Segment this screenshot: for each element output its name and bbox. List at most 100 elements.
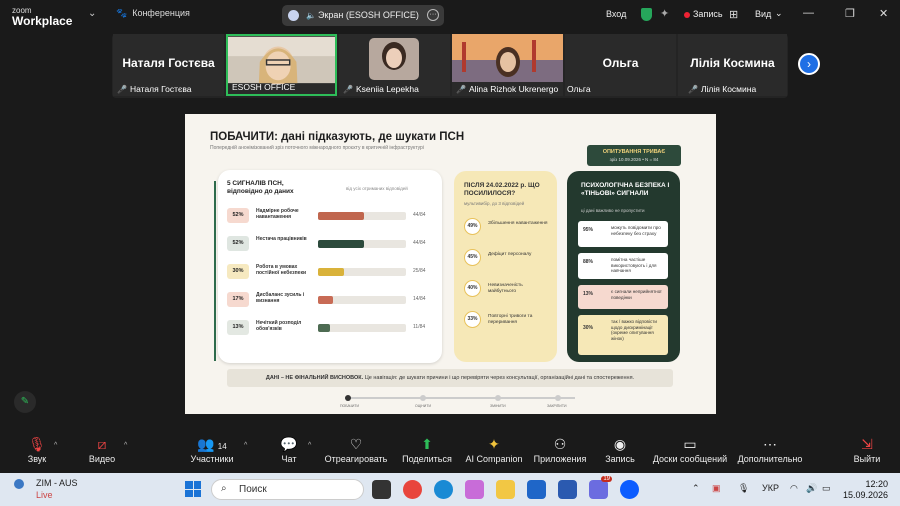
after-war-label: Збільшення навантаження (488, 221, 548, 226)
whiteboards-button[interactable]: ▭ Доски сообщений (650, 434, 730, 464)
chat-button[interactable]: 💬 Чат (278, 434, 300, 464)
after-war-card: ПІСЛЯ 24.02.2022 р. ЩО ПОСИЛИЛОСЯ? мульт… (454, 171, 557, 362)
file-explorer-icon[interactable] (496, 480, 515, 499)
record-button[interactable]: Запись (693, 9, 723, 19)
signal-bar (318, 268, 345, 276)
signal-pct: 52% (227, 236, 249, 251)
more-icon[interactable]: ··· (427, 9, 439, 21)
view-button[interactable]: Вид (755, 9, 771, 19)
brand-line2: Workplace (12, 14, 73, 28)
word-icon[interactable] (558, 480, 577, 499)
caret-up-icon: ^ (308, 442, 312, 449)
ai-companion-button[interactable]: ✦ AI Companion (464, 434, 524, 464)
participant-tile-active[interactable]: ESOSH OFFICE (226, 34, 337, 96)
participant-tile[interactable]: 🎤 Alina Rizhok Ukrenergo (452, 34, 563, 96)
participant-name: Лілія Космина (690, 56, 775, 70)
teams-icon[interactable]: 19 (589, 476, 612, 499)
weather-title[interactable]: ZIM - AUS (36, 478, 78, 488)
timeline-line (345, 397, 575, 399)
signin-button[interactable]: Вход (606, 9, 626, 19)
grid-icon[interactable]: ⊞ (729, 8, 738, 21)
mute-button[interactable]: 🎙 Звук (22, 434, 52, 464)
view-chevron-icon[interactable]: ⌄ (775, 8, 783, 19)
volume-icon[interactable]: 🔊 (806, 483, 817, 494)
zoom-taskbar-icon[interactable] (620, 480, 639, 499)
signal-pct: 13% (227, 320, 249, 335)
after-war-row: 49% Збільшення навантаження (464, 218, 554, 238)
share-arrow-icon: ⬆ (421, 436, 433, 452)
mute-label: Звук (27, 454, 47, 464)
restore-icon[interactable]: ❐ (845, 7, 855, 20)
video-button[interactable]: ⧄ Видео (86, 434, 118, 464)
apps-label: Приложения (533, 454, 587, 464)
weather-icon[interactable] (14, 479, 24, 489)
tray-mic-icon[interactable]: 🎙 (738, 483, 749, 494)
after-war-label: Невизначеність майбутнього (488, 283, 523, 294)
mic-muted-icon: 🎤 (456, 85, 466, 94)
clock[interactable]: 12:20 15.09.2026 (843, 479, 888, 501)
tray-app-icon[interactable]: ▣ (712, 483, 721, 494)
slide-subtitle: Попередній анонімізований зріз поточного… (210, 145, 424, 151)
annotate-pen-icon[interactable]: ✎ (14, 391, 36, 413)
timeline-dot (345, 395, 351, 401)
outlook-icon[interactable] (527, 480, 546, 499)
signal-track (318, 296, 406, 304)
taskview-icon[interactable] (372, 480, 391, 499)
conference-button[interactable]: 🐾 Конференция (116, 8, 190, 19)
search-placeholder: Поиск (239, 484, 267, 495)
weather-status: Live (36, 490, 53, 500)
participants-button[interactable]: 👥 14 Участники (188, 434, 236, 464)
participant-tile[interactable]: Лілія Космина 🎤 Лілія Космина (678, 34, 787, 96)
psych-sub: ці дані важливо не пропустити (581, 208, 645, 213)
record-icon: ◉ (613, 436, 627, 452)
taskbar-search[interactable]: ⌕ Поиск (211, 479, 364, 500)
signal-label: Робота в умовах постійної небезпеки (256, 264, 307, 276)
react-button[interactable]: ♡ Отреагировать (324, 434, 388, 464)
mic-muted-icon: 🎙 (28, 436, 46, 452)
badge-line1: ОПИТУВАННЯ ТРИВАЄ (602, 149, 666, 155)
language-indicator[interactable]: УКР (762, 483, 779, 493)
next-page-button[interactable]: › (798, 53, 820, 75)
chevron-down-icon[interactable]: ⌄ (88, 8, 96, 19)
close-icon[interactable]: ✕ (879, 7, 888, 20)
signal-count: 11/84 (413, 324, 426, 330)
signal-pct: 17% (227, 292, 249, 307)
participant-tile[interactable]: Ольга Ольга (565, 34, 676, 96)
psych-pct: 30% (583, 325, 594, 331)
after-war-pct: 40% (464, 280, 481, 297)
more-button[interactable]: ⋯ Дополнительно (736, 434, 804, 464)
chrome-icon[interactable] (403, 480, 422, 499)
signal-bar (318, 240, 365, 248)
after-war-title: ПІСЛЯ 24.02.2022 р. ЩО ПОСИЛИЛОСЯ? (464, 182, 540, 197)
tray-chevron-icon[interactable]: ⌃ (692, 483, 700, 494)
timeline-dot (420, 395, 426, 401)
psych-safety-card: ПСИХОЛОГІЧНА БЕЗПЕКА І «ТІНЬОВІ» СИГНАЛИ… (567, 171, 680, 362)
start-icon[interactable] (185, 481, 201, 497)
mic-muted-icon: 🎤 (688, 85, 698, 94)
record-toolbar-button[interactable]: ◉ Запись (602, 434, 638, 464)
minimize-icon[interactable]: — (803, 7, 814, 19)
timeline-step: ПОБАЧИТИ (340, 404, 360, 408)
battery-icon[interactable]: ▭ (822, 483, 831, 494)
video-off-icon: ⧄ (97, 436, 107, 452)
slide-title: ПОБАЧИТИ: дані підказують, де шукати ПСН (210, 131, 465, 143)
share-indicator[interactable]: 🔈 Экран (ESOSH OFFICE) ··· (282, 5, 444, 26)
edge-icon[interactable] (434, 480, 453, 499)
wifi-icon[interactable]: ◠ (790, 483, 798, 494)
share-screen-button[interactable]: ⬆ Поделиться (400, 434, 454, 464)
apps-button[interactable]: ⚇ Приложения (532, 434, 588, 464)
participant-caption: ESOSH OFFICE (232, 82, 296, 92)
security-shield-icon[interactable] (641, 8, 652, 21)
signal-pct: 30% (227, 264, 249, 279)
signals-title: 5 СИГНАЛІВ ПСН, відповідно до даних (227, 180, 294, 195)
copilot-icon[interactable] (465, 480, 484, 499)
signal-count: 14/84 (413, 296, 426, 302)
timeline-step: ЗМІНИТИ (490, 404, 506, 408)
leave-button[interactable]: ⇲ Выйти (852, 434, 882, 464)
clock-date: 15.09.2026 (843, 490, 889, 500)
participant-tile[interactable]: Наталя Гостєва 🎤 Наталя Гостєва (113, 34, 224, 96)
signal-track (318, 268, 406, 276)
participant-tile[interactable]: 🎤 Kseniia Lepekha (339, 34, 450, 96)
ai-sparkle-icon[interactable]: ✦ (660, 7, 669, 20)
signal-row: 13% Нечіткий розподіл обов'язків 11/84 (227, 318, 437, 338)
